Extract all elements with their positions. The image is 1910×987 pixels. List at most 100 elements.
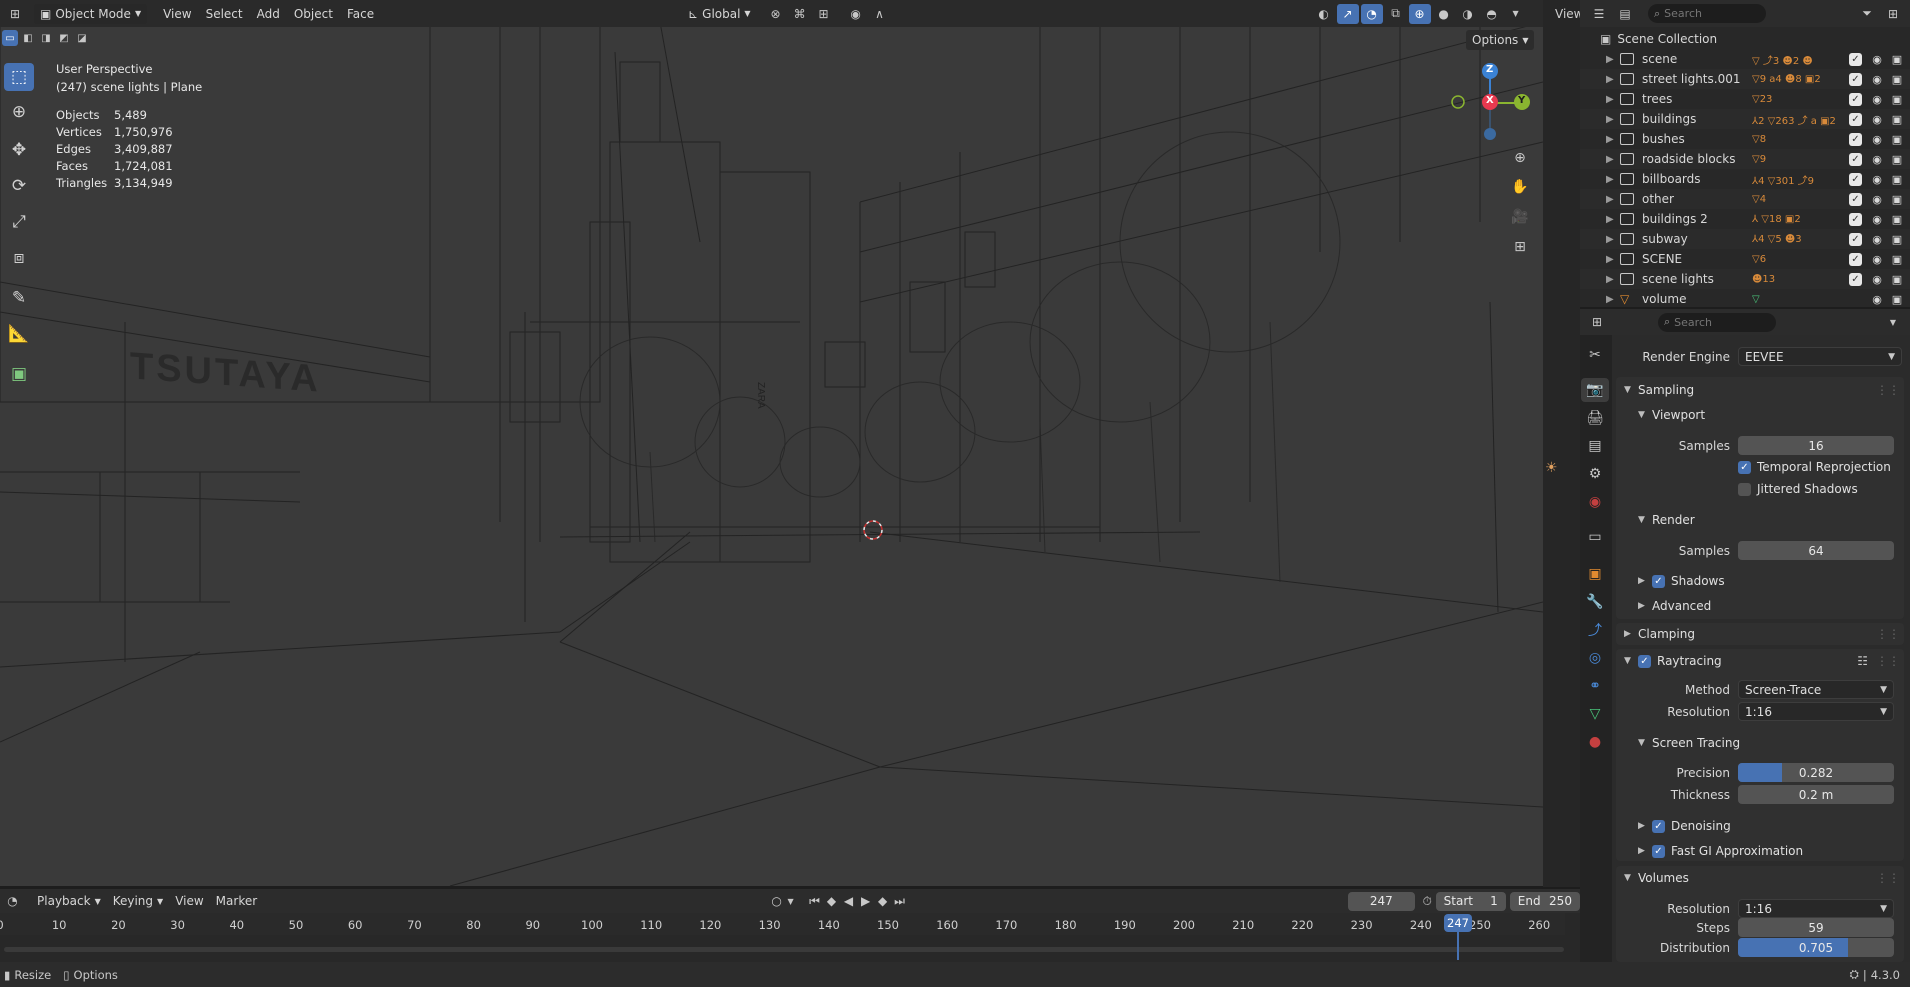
pan-hand-icon[interactable]: ✋ <box>1509 177 1531 197</box>
tool-scale[interactable]: ⤢ <box>4 208 34 236</box>
expand-icon[interactable]: ▶ <box>1606 234 1620 245</box>
display-mode-icon[interactable]: ▤ <box>1614 4 1636 24</box>
prev-keyframe-icon[interactable]: ◆ <box>823 891 840 911</box>
expand-icon[interactable]: ▶ <box>1606 154 1620 165</box>
tab-constraints-icon[interactable]: ⚭ <box>1581 674 1609 698</box>
menu-object[interactable]: Object <box>288 7 339 21</box>
expand-icon[interactable]: ▶ <box>1606 194 1620 205</box>
outliner-row[interactable]: ▶ roadside blocks ▽9 ✓ ◉ ▣ <box>1580 149 1910 169</box>
jittered-shadows-checkbox[interactable]: Jittered Shadows <box>1738 482 1858 496</box>
sampling-header[interactable]: ▼ Sampling ⋮⋮ <box>1624 379 1900 401</box>
viewport-subpanel-header[interactable]: ▼ Viewport <box>1638 404 1705 426</box>
method-dropdown[interactable]: Screen-Trace ▼ <box>1738 680 1894 699</box>
exclude-checkbox[interactable]: ✓ <box>1849 212 1862 226</box>
camera-icon[interactable]: ▣ <box>1890 53 1904 66</box>
chevron-down-icon[interactable]: ▼ <box>1882 312 1904 332</box>
eye-icon[interactable]: ◉ <box>1870 153 1884 166</box>
menu-face[interactable]: Face <box>341 7 380 21</box>
render-engine-dropdown[interactable]: EEVEE ▼ <box>1738 347 1902 366</box>
drag-handle-icon[interactable]: ⋮⋮ <box>1876 383 1900 397</box>
pivot-icon[interactable]: ⊗ <box>765 4 787 24</box>
select-invert-icon[interactable]: ◩ <box>56 30 72 46</box>
chevron-down-icon[interactable]: ▼ <box>1505 4 1527 24</box>
camera-icon[interactable]: ▣ <box>1890 233 1904 246</box>
camera-icon[interactable]: ▣ <box>1890 193 1904 206</box>
expand-icon[interactable]: ▶ <box>1606 114 1620 125</box>
expand-icon[interactable]: ▶ <box>1606 74 1620 85</box>
exclude-checkbox[interactable]: ✓ <box>1849 152 1862 166</box>
exclude-checkbox[interactable]: ✓ <box>1849 252 1862 266</box>
chevron-down-icon[interactable]: ▼ <box>785 891 796 911</box>
viewport-options-button[interactable]: Options ▼ <box>1466 30 1535 50</box>
shading-solid-icon[interactable]: ● <box>1433 4 1455 24</box>
checkmark-icon[interactable]: ✓ <box>1652 574 1665 588</box>
raytracing-header[interactable]: ▼ ✓ Raytracing ☷ ⋮⋮ <box>1624 650 1900 672</box>
distribution-slider[interactable]: 0.705 <box>1738 938 1894 957</box>
camera-icon[interactable]: ▣ <box>1890 133 1904 146</box>
jump-start-icon[interactable]: ⏮ <box>806 891 823 911</box>
tool-annotate[interactable]: ✎ <box>4 284 34 312</box>
volume-resolution-dropdown[interactable]: 1:16 ▼ <box>1738 899 1894 918</box>
viewport-samples-field[interactable]: 16 <box>1738 436 1894 455</box>
tab-data-icon[interactable]: ▽ <box>1581 702 1609 726</box>
tab-modifier-icon[interactable]: 🔧 <box>1581 590 1609 614</box>
shadows-subpanel-header[interactable]: ▶ ✓ Shadows <box>1638 570 1725 592</box>
orientation-dropdown[interactable]: ⊾ Global ▼ <box>682 4 757 24</box>
eye-icon[interactable]: ◉ <box>1870 73 1884 86</box>
camera-icon[interactable]: ▣ <box>1890 93 1904 106</box>
properties-search[interactable]: ⌕ <box>1658 312 1776 332</box>
shading-material-icon[interactable]: ◑ <box>1457 4 1479 24</box>
eye-icon[interactable]: ◉ <box>1870 93 1884 106</box>
denoising-subpanel-header[interactable]: ▶ ✓ Denoising <box>1638 815 1731 837</box>
tool-move[interactable]: ✥ <box>4 136 34 164</box>
outliner-search[interactable]: ⌕ <box>1648 4 1766 23</box>
tab-output-icon[interactable]: 🖨 <box>1581 406 1609 430</box>
expand-icon[interactable]: ▶ <box>1606 54 1620 65</box>
tool-select-box[interactable]: ⬚ <box>4 63 34 91</box>
eye-icon[interactable]: ◉ <box>1870 253 1884 266</box>
tab-collection-icon[interactable]: ▭ <box>1581 525 1609 549</box>
expand-icon[interactable]: ▶ <box>1606 94 1620 105</box>
timeline-marker-menu[interactable]: Marker <box>210 894 263 908</box>
viewport[interactable]: TSUTAYA ZARA <box>0 22 1543 886</box>
gizmo-icon[interactable]: ↗ <box>1336 3 1359 24</box>
tab-particles-icon[interactable]: ⤴ <box>1581 618 1609 642</box>
outliner-row[interactable]: ▶ billboards ⅄4 ▽301 ⤴9 ✓ ◉ ▣ <box>1580 169 1910 189</box>
list-icon[interactable]: ☷ <box>1857 654 1868 668</box>
proportional-edit-icon[interactable]: ◉ <box>845 4 867 24</box>
record-icon[interactable]: ○ <box>768 891 785 911</box>
expand-icon[interactable]: ▶ <box>1606 294 1620 305</box>
exclude-checkbox[interactable]: ✓ <box>1849 112 1862 126</box>
outliner-row[interactable]: ▶ buildings 2 ⅄ ▽18 ▣2 ✓ ◉ ▣ <box>1580 209 1910 229</box>
visibility-icon[interactable]: ◐ <box>1313 4 1335 24</box>
clock-icon[interactable]: ◔ <box>4 891 21 911</box>
start-frame-field[interactable]: Start 1 <box>1435 891 1506 911</box>
camera-icon[interactable]: ▣ <box>1890 293 1904 306</box>
eye-icon[interactable]: ◉ <box>1870 233 1884 246</box>
expand-icon[interactable]: ▶ <box>1606 214 1620 225</box>
tab-tool-icon[interactable]: ✂ <box>1581 343 1609 367</box>
drag-handle-icon[interactable]: ⋮⋮ <box>1876 654 1900 668</box>
tool-rotate[interactable]: ⟳ <box>4 172 34 200</box>
select-new-icon[interactable]: ▭ <box>2 30 18 46</box>
camera-icon[interactable]: ▣ <box>1890 253 1904 266</box>
timeline-scrollbar[interactable] <box>4 947 1564 952</box>
tool-cursor[interactable]: ⊕ <box>4 98 34 126</box>
snap-icon[interactable]: ⌘ <box>789 4 811 24</box>
outliner-row[interactable]: ▶ buildings ⅄2 ▽263 ⤴ a ▣2 ✓ ◉ ▣ <box>1580 109 1910 129</box>
screen-tracing-subpanel-header[interactable]: ▼ Screen Tracing <box>1638 732 1740 754</box>
exclude-checkbox[interactable]: ✓ <box>1849 72 1862 86</box>
camera-view-icon[interactable]: 🎥 <box>1509 207 1531 227</box>
exclude-checkbox[interactable]: ✓ <box>1849 132 1862 146</box>
end-frame-field[interactable]: End 250 <box>1509 891 1580 911</box>
light-icon[interactable]: ☀ <box>1545 460 1558 476</box>
menu-select[interactable]: Select <box>200 7 249 21</box>
checkmark-icon[interactable]: ✓ <box>1652 819 1665 833</box>
stopwatch-icon[interactable]: ⏱ <box>1419 891 1436 911</box>
eye-icon[interactable]: ◉ <box>1870 53 1884 66</box>
scene-collection-row[interactable]: ▣ Scene Collection <box>1600 30 1717 48</box>
clamping-header[interactable]: ▶ Clamping ⋮⋮ <box>1624 623 1900 645</box>
jump-end-icon[interactable]: ⏭ <box>891 891 908 911</box>
camera-icon[interactable]: ▣ <box>1890 153 1904 166</box>
tab-world-icon[interactable]: ◉ <box>1581 490 1609 514</box>
